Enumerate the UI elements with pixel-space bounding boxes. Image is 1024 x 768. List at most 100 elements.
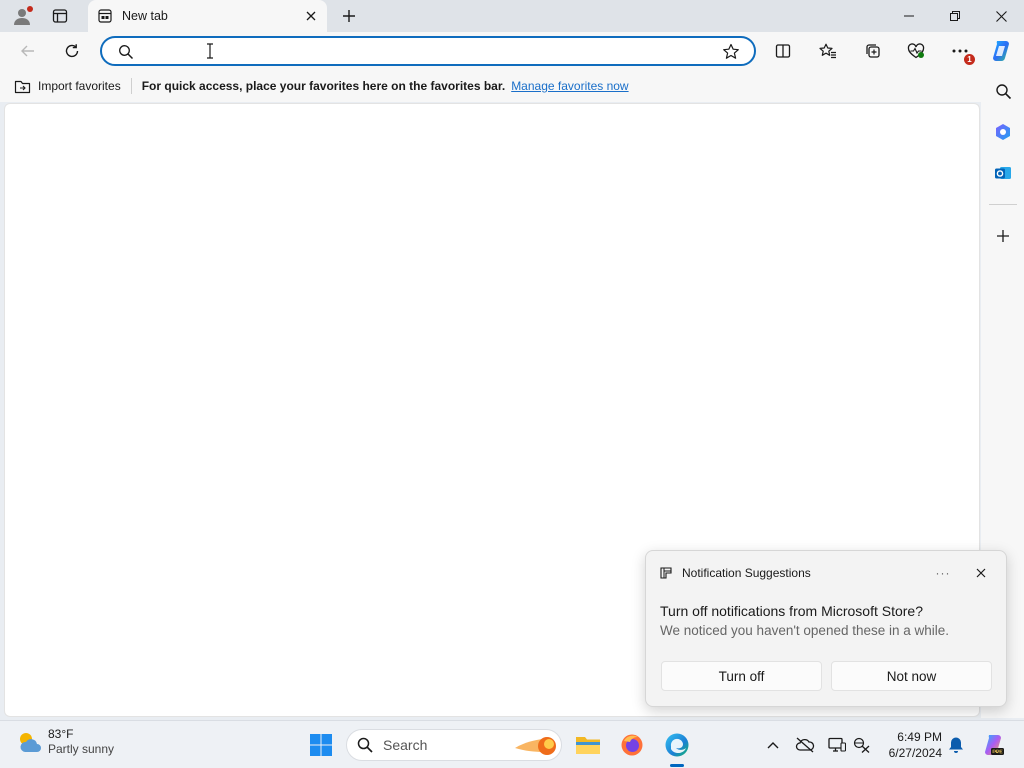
search-highlight-comet-icon: [515, 737, 556, 755]
back-button[interactable]: [12, 36, 44, 66]
tab-title: New tab: [122, 9, 168, 23]
add-icon: [997, 230, 1009, 242]
profile-alert-dot: [27, 6, 33, 12]
toast-header-label: Notification Suggestions: [682, 566, 811, 580]
copilot-pre-icon: [985, 735, 1004, 756]
new-tab-button[interactable]: [336, 4, 362, 28]
address-input[interactable]: [142, 41, 702, 61]
weather-temperature: 83°F: [48, 727, 74, 741]
more-icon: [952, 49, 968, 53]
bell-icon: [949, 737, 963, 753]
not-now-button[interactable]: Not now: [831, 661, 992, 691]
search-icon: [995, 83, 1011, 99]
clock-date: 6/27/2024: [888, 746, 942, 760]
browser-essentials-icon: [907, 43, 925, 59]
tab-new-tab[interactable]: New tab: [88, 0, 327, 32]
copilot-icon: [993, 41, 1009, 62]
minimize-icon: [904, 15, 914, 17]
clock-time: 6:49 PM: [897, 730, 942, 744]
sidebar-separator: [989, 204, 1017, 205]
import-favorites-label: Import favorites: [38, 79, 121, 93]
display-tray-button[interactable]: [827, 735, 847, 755]
manage-favorites-link[interactable]: Manage favorites now: [511, 79, 628, 93]
file-explorer-app[interactable]: [572, 729, 604, 761]
browser-essentials-button[interactable]: [900, 36, 932, 66]
taskbar: 83°F Partly sunny Search 6:49 PM 6/27/20…: [0, 720, 1024, 768]
copilot-taskbar-button[interactable]: [980, 732, 1006, 758]
restore-icon: [950, 11, 960, 21]
search-icon: [119, 45, 134, 60]
favorites-button[interactable]: [812, 36, 844, 66]
favorites-separator: [130, 78, 132, 94]
office-icon: [996, 124, 1010, 140]
favorites-bar: Import favorites For quick access, place…: [0, 70, 1024, 102]
favorites-bar-message: For quick access, place your favorites h…: [141, 79, 506, 93]
plus-icon: [343, 10, 355, 22]
tab-actions-icon: [52, 9, 68, 23]
cloud-offline-icon: [795, 737, 815, 753]
close-window-button[interactable]: [978, 0, 1024, 32]
outlook-icon: [995, 167, 1011, 179]
text-cursor-icon: [207, 43, 213, 59]
edge-active-indicator: [670, 764, 684, 767]
new-tab-page-icon: [98, 9, 112, 23]
sidebar-outlook-button[interactable]: [988, 158, 1018, 188]
monitor-icon: [828, 737, 846, 752]
toast-close-button[interactable]: [970, 563, 992, 583]
firefox-icon: [621, 734, 643, 756]
close-icon: [306, 11, 316, 21]
weather-condition: Partly sunny: [48, 742, 115, 756]
notification-center-button[interactable]: [946, 735, 966, 755]
partly-sunny-icon: [20, 733, 41, 752]
sidebar-office-button[interactable]: [988, 117, 1018, 147]
system-clock[interactable]: 6:49 PM 6/27/2024: [880, 729, 942, 761]
start-button[interactable]: [306, 730, 336, 760]
toast-more-button[interactable]: ···: [932, 563, 954, 583]
notification-toast: Notification Suggestions ··· Turn off no…: [645, 550, 1007, 707]
favorites-icon: [819, 43, 836, 59]
taskbar-search-box[interactable]: Search: [346, 729, 562, 761]
weather-widget[interactable]: 83°F Partly sunny: [16, 727, 114, 757]
onedrive-tray-button[interactable]: [795, 735, 815, 755]
import-favorites-button[interactable]: Import favorites: [14, 74, 131, 98]
split-screen-icon: [775, 44, 791, 58]
edge-icon: [665, 733, 689, 757]
toast-title: Turn off notifications from Microsoft St…: [660, 603, 923, 619]
toast-header: Notification Suggestions: [660, 566, 811, 580]
refresh-icon: [65, 44, 79, 58]
network-icon: [853, 737, 870, 753]
notification-badge: 1: [964, 54, 975, 65]
address-bar[interactable]: [100, 36, 756, 66]
settings-and-more-button[interactable]: 1: [944, 36, 976, 66]
notification-settings-icon: [660, 567, 672, 579]
sidebar-add-button[interactable]: [988, 221, 1018, 251]
show-hidden-icons-button[interactable]: [763, 735, 783, 755]
network-tray-button[interactable]: [852, 735, 872, 755]
add-favorite-star-icon[interactable]: [722, 43, 740, 61]
restore-button[interactable]: [932, 0, 978, 32]
firefox-app[interactable]: [616, 729, 648, 761]
import-favorites-icon: [14, 80, 31, 93]
edge-app[interactable]: [661, 729, 693, 761]
close-icon: [995, 10, 1007, 22]
turn-off-button[interactable]: Turn off: [661, 661, 822, 691]
toast-body: We noticed you haven't opened these in a…: [660, 623, 950, 638]
tab-close-button[interactable]: [300, 5, 322, 27]
more-icon: ···: [935, 566, 951, 580]
split-screen-button[interactable]: [767, 36, 799, 66]
tab-actions-button[interactable]: [47, 4, 73, 28]
collections-button[interactable]: [857, 36, 889, 66]
title-bar: New tab: [0, 0, 1024, 32]
collections-icon: [866, 44, 880, 58]
close-icon: [976, 568, 986, 578]
chevron-up-icon: [767, 742, 779, 749]
minimize-button[interactable]: [886, 0, 932, 32]
sidebar-search-button[interactable]: [988, 76, 1018, 106]
folder-icon: [576, 737, 600, 754]
copilot-button[interactable]: [985, 36, 1017, 66]
search-icon: [357, 737, 373, 753]
profile-button[interactable]: [9, 4, 35, 28]
refresh-button[interactable]: [56, 36, 88, 66]
taskbar-search-label: Search: [383, 737, 428, 753]
toolbar: 1: [0, 32, 1024, 70]
